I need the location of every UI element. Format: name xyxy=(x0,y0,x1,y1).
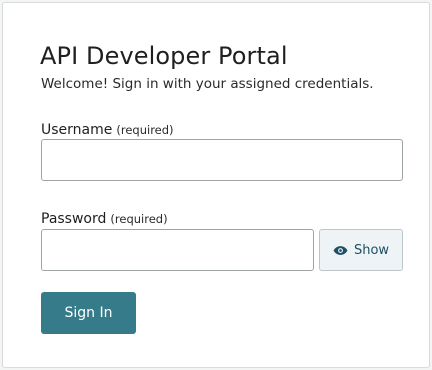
password-label: Password (required) xyxy=(41,211,168,227)
show-password-button[interactable]: Show xyxy=(319,229,403,271)
password-required-note: (required) xyxy=(110,212,168,226)
username-input[interactable] xyxy=(41,139,403,181)
sign-in-button[interactable]: Sign In xyxy=(41,292,136,334)
login-card: API Developer Portal Welcome! Sign in wi… xyxy=(2,2,430,368)
page-title: API Developer Portal xyxy=(40,42,288,70)
username-label-text: Username xyxy=(41,122,113,138)
username-label: Username (required) xyxy=(41,122,174,138)
password-input[interactable] xyxy=(41,229,314,271)
page-subtitle: Welcome! Sign in with your assigned cred… xyxy=(41,76,374,92)
eye-icon xyxy=(333,245,348,256)
password-label-text: Password xyxy=(41,211,107,227)
show-button-label: Show xyxy=(353,242,390,258)
username-required-note: (required) xyxy=(116,123,174,137)
